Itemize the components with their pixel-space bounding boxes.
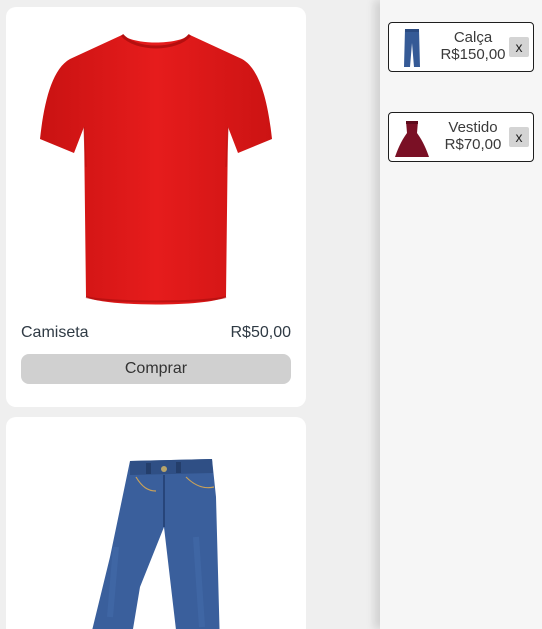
cart-item-text: Vestido R$70,00 [435, 119, 511, 153]
remove-item-button[interactable]: x [509, 127, 529, 147]
cart-sidebar: Calça R$150,00 x Vestido R$70,00 x [380, 0, 542, 629]
cart-item-text: Calça R$150,00 [435, 29, 511, 63]
cart-item-name: Calça [453, 29, 493, 46]
remove-item-button[interactable]: x [509, 37, 529, 57]
product-card [6, 417, 306, 629]
red-dress-icon [395, 121, 429, 157]
product-card: Camiseta R$50,00 Comprar [6, 7, 306, 407]
buy-button[interactable]: Comprar [21, 354, 291, 384]
cart-item-price: R$150,00 [440, 46, 506, 63]
red-tshirt-icon [40, 33, 272, 305]
product-image [6, 7, 306, 317]
product-list: Camiseta R$50,00 Comprar [6, 7, 306, 629]
cart-item: Vestido R$70,00 x [388, 112, 534, 162]
cart-item-name: Vestido [448, 119, 498, 136]
cart-item: Calça R$150,00 x [388, 22, 534, 72]
blue-jeans-icon [92, 459, 220, 629]
product-name: Camiseta [21, 324, 89, 341]
product-info: Camiseta R$50,00 [6, 317, 306, 349]
blue-jeans-icon [404, 29, 420, 67]
cart-item-price: R$70,00 [444, 136, 502, 153]
store-page: Camiseta R$50,00 Comprar Calça R$150,00 … [0, 0, 542, 629]
product-image [6, 417, 306, 629]
product-price: R$50,00 [230, 324, 292, 341]
